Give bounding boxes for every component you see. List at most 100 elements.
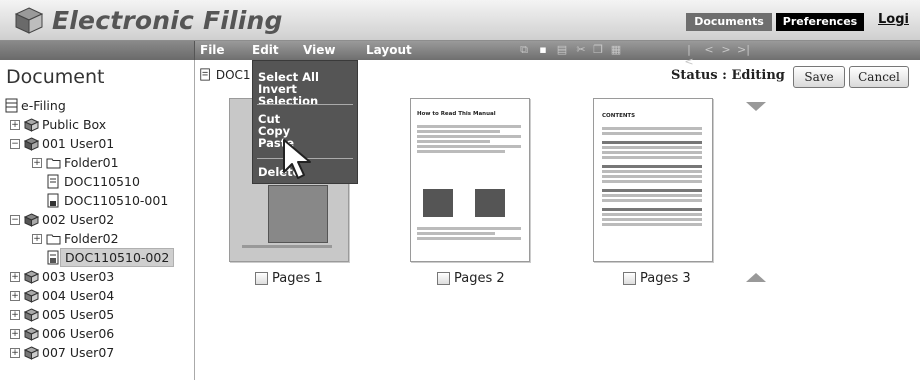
- paste-icon[interactable]: ▦: [610, 44, 622, 56]
- tree-item-label: 003 User03: [42, 269, 115, 284]
- tree-item-user01[interactable]: − 001 User01: [4, 134, 194, 153]
- page-checkbox[interactable]: [255, 272, 268, 285]
- document-icon: [200, 68, 210, 81]
- document-sidebar: Document e-Filing + Public Box − 001 Use…: [0, 60, 195, 380]
- tree-item-folder02[interactable]: + Folder02: [4, 229, 194, 248]
- expand-icon[interactable]: +: [10, 272, 20, 282]
- tree-item-doc110510[interactable]: DOC110510: [4, 172, 194, 191]
- menu-separator: [257, 104, 353, 105]
- tree-item-label: 002 User02: [42, 212, 115, 227]
- document-name: DOC1: [199, 68, 251, 82]
- thumb-toc-block: [602, 125, 702, 228]
- menu-toolbar: File Edit View Layout ⧉ ▪ ▤ ✂ ❐ ▦ |< < >…: [0, 41, 920, 68]
- tree-item-user03[interactable]: + 003 User03: [4, 267, 194, 286]
- thumb-screen-image-1: [423, 189, 453, 217]
- mouse-cursor-icon: [283, 139, 311, 179]
- cabinet-icon: [5, 98, 18, 113]
- tree-item-user07[interactable]: + 007 User07: [4, 343, 194, 362]
- tree-item-label: 005 User05: [42, 307, 115, 322]
- collapse-icon[interactable]: −: [10, 139, 20, 149]
- box-icon: [24, 118, 39, 132]
- save-button[interactable]: Save: [793, 66, 845, 88]
- expand-icon[interactable]: +: [32, 234, 42, 244]
- document-icon: [47, 250, 59, 265]
- cut-icon[interactable]: ✂: [575, 44, 587, 56]
- cancel-button[interactable]: Cancel: [849, 66, 909, 88]
- status-text: Status : Editing: [671, 68, 785, 83]
- toolbar-sidebar-section: [0, 41, 195, 60]
- prev-page-icon[interactable]: <: [703, 44, 715, 56]
- page-checkbox[interactable]: [437, 272, 450, 285]
- folder-tree: e-Filing + Public Box − 001 User01 + Fol…: [4, 96, 194, 362]
- first-page-icon[interactable]: |<: [683, 44, 695, 68]
- tree-root-label: e-Filing: [21, 98, 66, 113]
- e-filing-window: Electronic Filing Documents Preferences …: [0, 0, 920, 380]
- save-icon[interactable]: ▪: [537, 44, 549, 56]
- user-box-icon: [24, 213, 39, 227]
- copy-icon[interactable]: ❐: [592, 44, 604, 56]
- thumb-screen-image-2: [475, 189, 505, 217]
- expand-icon[interactable]: +: [10, 120, 20, 130]
- preferences-tab[interactable]: Preferences: [776, 13, 864, 31]
- tree-item-label: 007 User07: [42, 345, 115, 360]
- filing-box-icon: [14, 7, 44, 34]
- user-box-icon: [24, 327, 39, 341]
- cover-text-line: [242, 245, 332, 248]
- tree-item-label: Public Box: [42, 117, 107, 132]
- tree-item-public-box[interactable]: + Public Box: [4, 115, 194, 134]
- scroll-down-arrow-icon[interactable]: [746, 102, 766, 111]
- expand-icon[interactable]: +: [10, 329, 20, 339]
- print-icon[interactable]: ▤: [556, 44, 568, 56]
- thumb-text-block: [417, 123, 521, 155]
- documents-tab[interactable]: Documents: [686, 13, 772, 31]
- app-header: Electronic Filing Documents Preferences …: [0, 0, 920, 41]
- user-box-icon: [24, 346, 39, 360]
- tree-item-folder01[interactable]: + Folder01: [4, 153, 194, 172]
- scroll-up-arrow-icon[interactable]: [746, 273, 766, 282]
- document-icon: [47, 193, 59, 208]
- tree-item-user06[interactable]: + 006 User06: [4, 324, 194, 343]
- user-box-icon: [24, 270, 39, 284]
- tree-item-user02[interactable]: − 002 User02: [4, 210, 194, 229]
- page-thumbnail-2[interactable]: How to Read This Manual: [410, 98, 530, 262]
- menu-layout[interactable]: Layout: [366, 43, 412, 57]
- collapse-icon[interactable]: −: [10, 215, 20, 225]
- printer-illustration: [268, 185, 328, 243]
- folder-icon: [46, 158, 61, 169]
- app-logo: Electronic Filing: [14, 5, 283, 35]
- tree-item-label: 004 User04: [42, 288, 115, 303]
- expand-icon[interactable]: +: [10, 291, 20, 301]
- insert-page-icon[interactable]: ⧉: [518, 44, 530, 56]
- tree-item-label: 006 User06: [42, 326, 115, 341]
- thumb-heading: How to Read This Manual: [417, 111, 496, 117]
- folder-icon: [46, 234, 61, 245]
- expand-icon[interactable]: +: [10, 348, 20, 358]
- page-select-2[interactable]: Pages 2: [437, 271, 505, 286]
- thumb-heading: CONTENTS: [602, 113, 636, 119]
- user-box-icon: [24, 289, 39, 303]
- page-select-1[interactable]: Pages 1: [255, 271, 323, 286]
- tree-item-label: 001 User01: [42, 136, 115, 151]
- tree-item-label: DOC110510: [64, 174, 140, 189]
- tree-item-label: DOC110510-002: [60, 248, 175, 267]
- page-thumbnail-3[interactable]: CONTENTS: [593, 98, 713, 262]
- expand-icon[interactable]: +: [10, 310, 20, 320]
- page-label: Pages 3: [640, 271, 691, 286]
- tree-item-user04[interactable]: + 004 User04: [4, 286, 194, 305]
- app-title: Electronic Filing: [52, 5, 283, 35]
- user-box-icon: [24, 308, 39, 322]
- tree-item-doc110510-002[interactable]: DOC110510-002: [4, 248, 194, 267]
- tree-item-user05[interactable]: + 005 User05: [4, 305, 194, 324]
- next-page-icon[interactable]: >: [720, 44, 732, 56]
- last-page-icon[interactable]: >|: [737, 44, 750, 56]
- menu-file[interactable]: File: [200, 43, 225, 57]
- login-link[interactable]: Logi: [878, 12, 909, 27]
- page-checkbox[interactable]: [623, 272, 636, 285]
- tree-item-label: DOC110510-001: [64, 193, 169, 208]
- tree-item-doc110510-001[interactable]: DOC110510-001: [4, 191, 194, 210]
- menu-edit[interactable]: Edit: [252, 43, 279, 57]
- expand-icon[interactable]: +: [32, 158, 42, 168]
- menu-view[interactable]: View: [303, 43, 335, 57]
- page-select-3[interactable]: Pages 3: [623, 271, 691, 286]
- tree-root[interactable]: e-Filing: [4, 96, 194, 115]
